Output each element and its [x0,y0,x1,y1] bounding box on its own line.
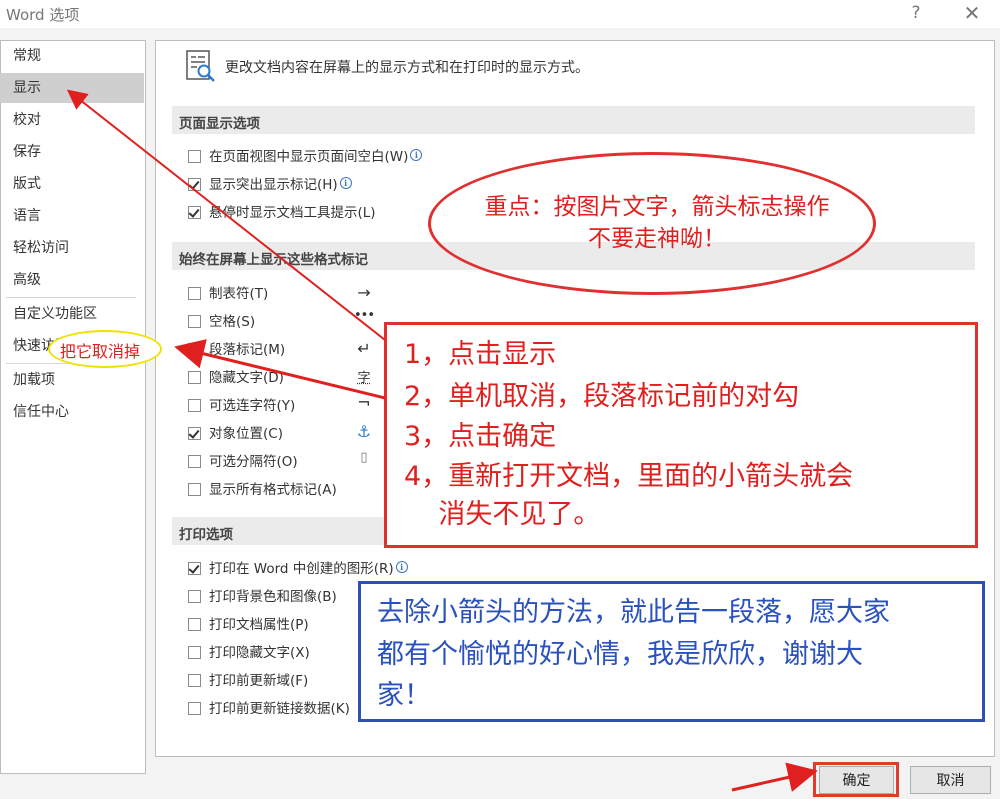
checkbox-print-background[interactable] [188,590,201,603]
option-label: 打印文档属性(P) [209,617,309,633]
sidebar-item-customize-ribbon[interactable]: 自定义功能区 [0,299,144,329]
arrow-to-ok-button [731,762,818,792]
checkbox-paragraph-marks[interactable] [188,343,201,356]
panel-description: 更改文档内容在屏幕上的显示方式和在打印时的显示方式。 [225,60,589,76]
checkbox-show-highlighter[interactable] [188,178,201,191]
checkbox-spaces[interactable] [188,315,201,328]
checkbox-update-fields[interactable] [188,674,201,687]
annotation-ellipse-line: 不要走神呦！ [588,226,726,252]
sidebar-divider [6,297,136,298]
option-label: 打印隐藏文字(X) [209,645,310,661]
cancel-button[interactable]: 取消 [910,766,991,794]
sidebar-item-add-ins[interactable]: 加载项 [0,365,144,395]
hyphen-mark-icon: ¬ [357,393,371,412]
section-title-format-marks: 始终在屏幕上显示这些格式标记 [179,252,368,268]
checkbox-print-properties[interactable] [188,618,201,631]
check-mark-icon [188,343,200,355]
option-label: 隐藏文字(D) [209,370,284,386]
sidebar-item-advanced[interactable]: 高级 [0,265,144,295]
checkbox-update-linked-data[interactable] [188,702,201,715]
check-mark-icon [188,427,200,439]
annotation-closing-line: 家！ [377,680,431,711]
option-label: 显示所有格式标记(A) [209,482,337,498]
option-label: 可选连字符(Y) [209,398,296,414]
info-icon[interactable]: i [410,149,423,161]
annotation-yellow-label: 把它取消掉 [60,342,141,361]
option-label: 空格(S) [209,314,256,330]
annotation-ellipse-line: 重点：按图片文字，箭头标志操作 [484,194,830,220]
close-button[interactable]: ✕ [958,1,986,25]
sidebar-item-language[interactable]: 语言 [0,201,144,231]
option-label: 可选分隔符(O) [209,454,298,470]
ok-button-highlight [813,762,899,797]
option-label: 打印前更新链接数据(K) [209,701,350,717]
option-label: 打印背景色和图像(B) [209,589,337,605]
title-bar: Word 选项 ? ✕ [0,0,1000,28]
check-mark-icon [188,178,200,190]
annotation-closing-line: 去除小箭头的方法，就此告一段落，愿大家 [377,597,890,628]
annotation-closing-line: 都有个愉悦的好心情，我是欣欣，谢谢大 [377,639,863,670]
option-label: 在页面视图中显示页面间空白(W) [209,149,409,165]
option-label: 打印在 Word 中创建的图形(R) [209,561,394,577]
info-icon[interactable]: i [339,177,352,189]
checkbox-print-drawings[interactable] [188,562,201,575]
tab-mark-icon: → [357,283,371,302]
sidebar-item-proofing[interactable]: 校对 [0,105,144,135]
option-label: 制表符(T) [209,286,269,302]
sidebar-item-accessibility[interactable]: 轻松访问 [0,233,144,263]
option-label: 段落标记(M) [209,342,286,358]
checkbox-optional-hyphens[interactable] [188,399,201,412]
annotation-step: 1，点击显示 [404,339,557,370]
display-options-icon [186,50,215,82]
section-band-page-display [172,106,975,134]
option-label: 显示突出显示标记(H) [209,177,338,193]
section-title-print: 打印选项 [179,527,233,543]
check-mark-icon [188,562,200,574]
section-title-page-display: 页面显示选项 [179,116,260,132]
window-title: Word 选项 [6,6,80,24]
checkbox-optional-breaks[interactable] [188,455,201,468]
sidebar-item-save[interactable]: 保存 [0,137,144,167]
sidebar-item-display[interactable]: 显示 [0,73,144,103]
annotation-step: 4，重新打开文档，里面的小箭头就会 [404,461,854,492]
hidden-text-mark-icon: 字 [357,371,371,386]
option-label: 悬停时显示文档工具提示(L) [209,205,376,221]
checkbox-show-all-marks[interactable] [188,483,201,496]
option-label: 对象位置(C) [209,426,283,442]
annotation-step: 3，点击确定 [404,421,557,452]
paragraph-mark-icon: ↵ [357,339,371,358]
option-label: 打印前更新域(F) [209,673,309,689]
annotation-step: 消失不见了。 [404,499,601,530]
space-mark-icon: ••• [353,308,375,323]
checkbox-show-whitespace[interactable] [188,150,201,163]
checkbox-tab-characters[interactable] [188,287,201,300]
checkbox-object-anchors[interactable] [188,427,201,440]
sidebar-item-general[interactable]: 常规 [0,41,144,71]
optional-break-mark-icon: ▯ [360,450,368,465]
anchor-icon: ⚓ [356,422,372,441]
checkbox-print-hidden-text[interactable] [188,646,201,659]
help-button[interactable]: ? [902,1,930,25]
check-mark-icon [188,206,200,218]
annotation-ellipse-text: 重点：按图片文字，箭头标志操作 不要走神呦！ [462,191,852,255]
sidebar-item-typography[interactable]: 版式 [0,169,144,199]
info-icon[interactable]: i [395,561,408,573]
annotation-step: 2，单机取消，段落标记前的对勾 [404,381,800,412]
checkbox-hidden-text[interactable] [188,371,201,384]
sidebar-item-trust-center[interactable]: 信任中心 [0,397,144,427]
checkbox-show-tooltips[interactable] [188,206,201,219]
